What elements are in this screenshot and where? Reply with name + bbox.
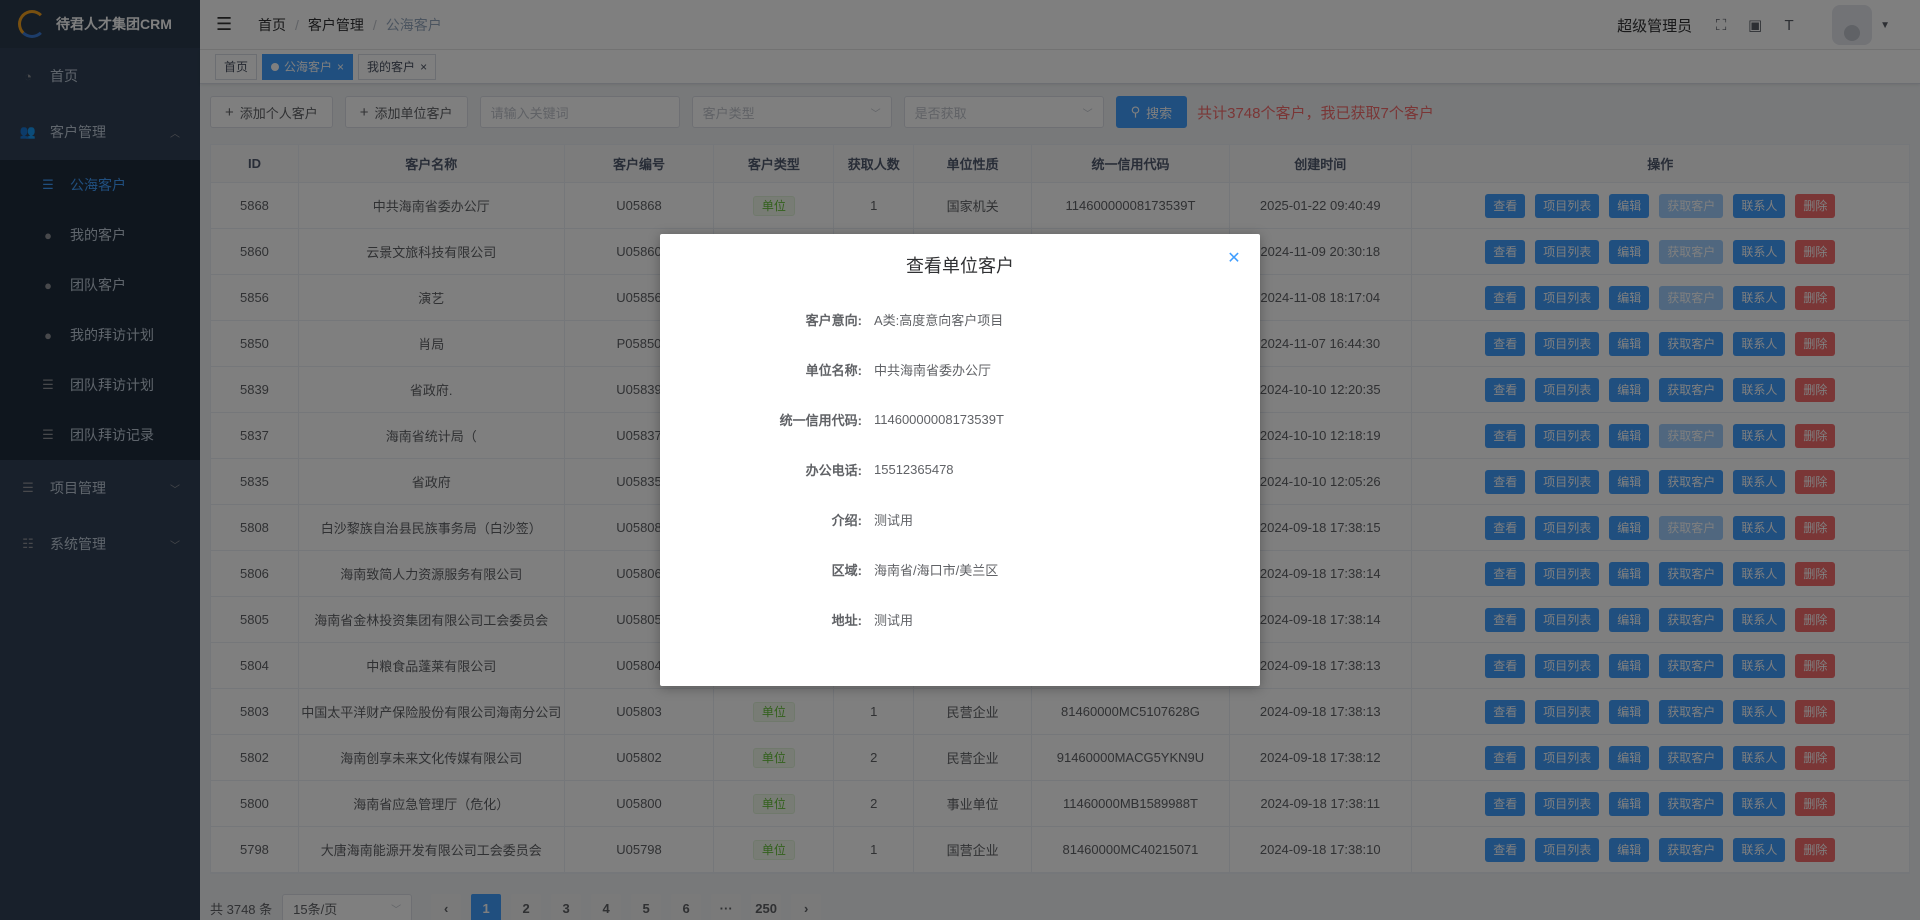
field-label: 统一信用代码: (779, 412, 862, 428)
field-value: 中共海南省委办公厅 (874, 362, 992, 378)
field-value: 海南省/海口市/美兰区 (874, 562, 999, 578)
field-value: 11460000008173539T (874, 411, 1004, 427)
field-label: 地址: (831, 612, 862, 628)
dialog-field-row: 区域: 海南省/海口市/美兰区 (660, 544, 1260, 594)
view-unit-customer-dialog: 查看单位客户 ✕ 客户意向: A类:高度意向客户项目单位名称: 中共海南省委办公厅统… (660, 234, 1260, 686)
field-value: A类:高度意向客户项目 (874, 312, 1004, 328)
dialog-body: 客户意向: A类:高度意向客户项目单位名称: 中共海南省委办公厅统一信用代码: 114… (660, 294, 1260, 644)
app-root: 待君人才集团CRM ◔ 首页 👥 客户管理 ︿ ☰ 公海客户 ● 我的客户 ● … (0, 0, 1920, 920)
field-label: 客户意向: (805, 312, 862, 328)
field-label: 区域: (831, 562, 862, 578)
field-label: 介绍: (831, 512, 862, 528)
dialog-field-row: 统一信用代码: 11460000008173539T (660, 394, 1260, 444)
dialog-title: 查看单位客户 (906, 256, 1014, 276)
field-value: 测试用 (874, 612, 914, 628)
close-icon[interactable]: ✕ (1224, 248, 1244, 268)
field-value: 测试用 (874, 512, 914, 528)
dialog-field-row: 介绍: 测试用 (660, 494, 1260, 544)
dialog-field-row: 单位名称: 中共海南省委办公厅 (660, 344, 1260, 394)
dialog-field-row: 客户意向: A类:高度意向客户项目 (660, 294, 1260, 344)
dialog-field-row: 办公电话: 15512365478 (660, 444, 1260, 494)
field-label: 办公电话: (805, 462, 862, 478)
dialog-field-row: 地址: 测试用 (660, 594, 1260, 644)
field-label: 单位名称: (805, 362, 862, 378)
field-value: 15512365478 (874, 461, 954, 477)
